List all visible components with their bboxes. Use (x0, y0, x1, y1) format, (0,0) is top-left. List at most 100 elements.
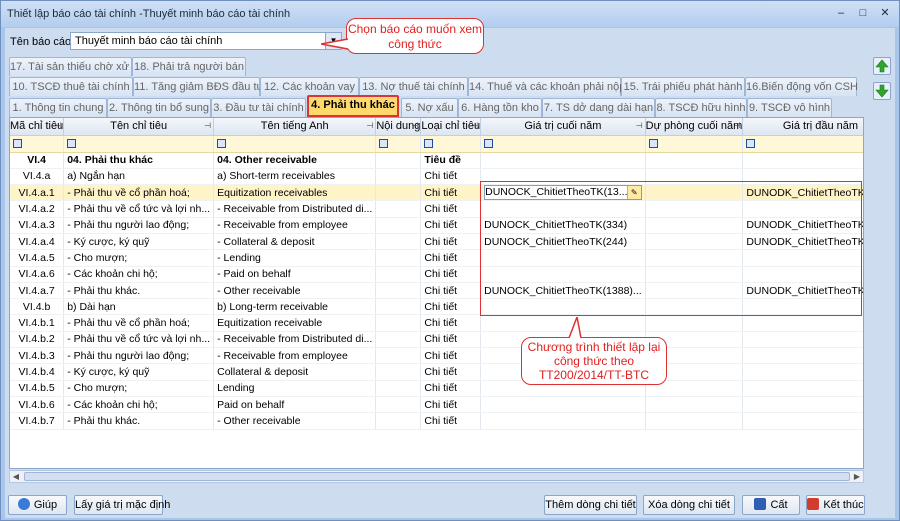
table-row[interactable]: VI.4.b.5- Cho mượn; Lending Chi tiết (10, 380, 863, 397)
table-row[interactable]: VI.4.b.6- Các khoản chi hộ; Paid on behal… (10, 396, 863, 414)
cell-code[interactable]: VI.4.a.4 (10, 233, 65, 251)
cell-name[interactable]: - Các khoản chi hộ; (63, 266, 215, 283)
filter-cell[interactable] (742, 135, 863, 153)
tab-8[interactable]: 8. TSCĐ hữu hình (655, 98, 747, 117)
tab-4-active[interactable]: 4. Phải thu khác (307, 95, 399, 117)
cell-name[interactable]: - Phải thu người lao động; (63, 347, 215, 365)
cell-type[interactable]: Chi tiết (420, 314, 482, 332)
cell-begin-value[interactable] (742, 396, 863, 414)
cell-code[interactable]: VI.4.a.6 (10, 266, 65, 283)
cell-english[interactable]: - Receivable from employee (213, 217, 377, 234)
cell-name[interactable]: - Các khoản chi hộ; (63, 396, 215, 414)
filter-cell[interactable] (480, 135, 646, 153)
cell-name[interactable]: - Phải thu người lao động; (63, 217, 215, 234)
cell-code[interactable]: VI.4.a.2 (10, 200, 65, 218)
cell-name[interactable]: - Phải thu về cổ tức và lợi nh... (63, 331, 215, 349)
cell-provision[interactable] (645, 314, 744, 332)
filter-cell[interactable] (420, 135, 482, 153)
scroll-right-icon[interactable]: ▶ (851, 471, 863, 482)
cell-name[interactable]: - Ký cược, ký quỹ (63, 233, 215, 251)
cell-type[interactable]: Chi tiết (420, 200, 482, 218)
tab-12[interactable]: 12. Các khoản vay (260, 77, 359, 96)
cell-content[interactable] (375, 217, 422, 234)
cell-name[interactable]: - Cho mượn; (63, 380, 215, 397)
table-row[interactable]: VI.4 04. Phải thu khác 04. Other receivabl… (10, 152, 863, 169)
cell-type[interactable]: Chi tiết (420, 396, 482, 414)
horizontal-scrollbar[interactable]: ◀ ▶ (9, 470, 864, 483)
add-detail-row-button[interactable]: Thêm dòng chi tiết (544, 495, 637, 515)
cell-end-value[interactable] (480, 396, 646, 414)
tab-6[interactable]: 6. Hàng tồn kho (458, 98, 542, 117)
tab-17[interactable]: 17. Tài sản thiếu chờ xử lý (9, 57, 140, 76)
minimize-button[interactable]: – (833, 6, 849, 20)
cell-content[interactable] (375, 347, 422, 365)
cell-type[interactable]: Chi tiết (420, 331, 482, 349)
report-name-select[interactable]: Thuyết minh báo cáo tài chính ▼ (70, 32, 342, 50)
tab-11[interactable]: 11. Tăng giảm BĐS đầu tư (133, 77, 264, 96)
cell-provision[interactable] (645, 412, 744, 430)
tab-7[interactable]: 7. TS dở dang dài hạn (542, 98, 655, 117)
tab-5[interactable]: 5. Nợ xấu (401, 98, 458, 117)
cell-code[interactable]: VI.4 (10, 152, 65, 169)
cell-begin-value[interactable] (742, 331, 863, 349)
cell-english[interactable]: - Receivable from employee (213, 347, 377, 365)
cell-code[interactable]: VI.4.a.7 (10, 282, 65, 300)
cell-type[interactable]: Chi tiết (420, 380, 482, 397)
tab-3[interactable]: 3. Đầu tư tài chính (211, 98, 306, 117)
cell-name[interactable]: - Phải thu về cổ phần hoá; (63, 314, 215, 332)
tab-15[interactable]: 15. Trái phiếu phát hành (621, 77, 745, 96)
cell-content[interactable] (375, 380, 422, 397)
col-header-content[interactable]: Nội dung ⊣ (375, 118, 422, 136)
cell-content[interactable] (375, 249, 422, 267)
cell-english[interactable]: b) Long-term receivable (213, 298, 377, 316)
col-header-provision[interactable]: Dự phòng cuối năm ⊣ (645, 118, 744, 136)
cell-type[interactable]: Tiêu đề (420, 152, 482, 169)
cell-english[interactable]: Paid on behalf (213, 396, 377, 414)
cell-content[interactable] (375, 396, 422, 414)
close-window-button[interactable]: ✕ (877, 6, 893, 20)
delete-detail-row-button[interactable]: Xóa dòng chi tiết (643, 495, 735, 515)
cell-begin-value[interactable] (742, 314, 863, 332)
cell-type[interactable]: Chi tiết (420, 266, 482, 283)
cell-begin-value[interactable] (742, 363, 863, 381)
cell-code[interactable]: VI.4.b.5 (10, 380, 65, 397)
cell-english[interactable]: - Paid on behalf (213, 266, 377, 283)
cell-name[interactable]: - Phải thu khác. (63, 282, 215, 300)
cell-code[interactable]: VI.4.b.1 (10, 314, 65, 332)
cell-end-value[interactable] (480, 412, 646, 430)
col-header-name[interactable]: Tên chỉ tiêu ⊣ (63, 118, 215, 136)
cell-content[interactable] (375, 282, 422, 300)
cell-type[interactable]: Chi tiết (420, 184, 482, 202)
cell-code[interactable]: VI.4.a (10, 168, 65, 186)
table-row[interactable]: VI.4.b.7- Phải thu khác. - Other receivab… (10, 412, 863, 430)
col-header-end-value[interactable]: Giá trị cuối năm ⊣ (480, 118, 646, 136)
table-row[interactable]: VI.4.b.3- Phải thu người lao động; - Rece… (10, 347, 863, 365)
cell-type[interactable]: Chi tiết (420, 168, 482, 186)
cell-code[interactable]: VI.4.b.2 (10, 331, 65, 349)
cell-english[interactable]: - Receivable from Distributed di... (213, 331, 377, 349)
cell-english[interactable]: - Other receivable (213, 412, 377, 430)
cell-english[interactable]: - Other receivable (213, 282, 377, 300)
cell-name[interactable]: - Cho mượn; (63, 249, 215, 267)
filter-cell[interactable] (213, 135, 377, 153)
cell-name[interactable]: a) Ngắn hạn (63, 168, 215, 186)
cell-content[interactable] (375, 363, 422, 381)
cell-name[interactable]: - Phải thu về cổ phần hoá; (63, 184, 215, 202)
cell-code[interactable]: VI.4.b (10, 298, 65, 316)
cell-english[interactable]: - Receivable from Distributed di... (213, 200, 377, 218)
cell-content[interactable] (375, 200, 422, 218)
cell-code[interactable]: VI.4.b.4 (10, 363, 65, 381)
cell-type[interactable]: Chi tiết (420, 233, 482, 251)
cell-code[interactable]: VI.4.a.3 (10, 217, 65, 234)
cell-type[interactable]: Chi tiết (420, 412, 482, 430)
filter-cell[interactable] (63, 135, 215, 153)
tab-14[interactable]: 14. Thuế và các khoản phải nộp (468, 77, 625, 96)
cell-english[interactable]: - Collateral & deposit (213, 233, 377, 251)
cell-content[interactable] (375, 412, 422, 430)
maximize-button[interactable]: □ (855, 6, 871, 20)
tab-2[interactable]: 2. Thông tin bổ sung (107, 98, 211, 117)
tab-9[interactable]: 9. TSCĐ vô hình (747, 98, 832, 117)
cell-begin-value[interactable] (742, 347, 863, 365)
cell-provision[interactable] (645, 152, 744, 169)
cell-content[interactable] (375, 184, 422, 202)
